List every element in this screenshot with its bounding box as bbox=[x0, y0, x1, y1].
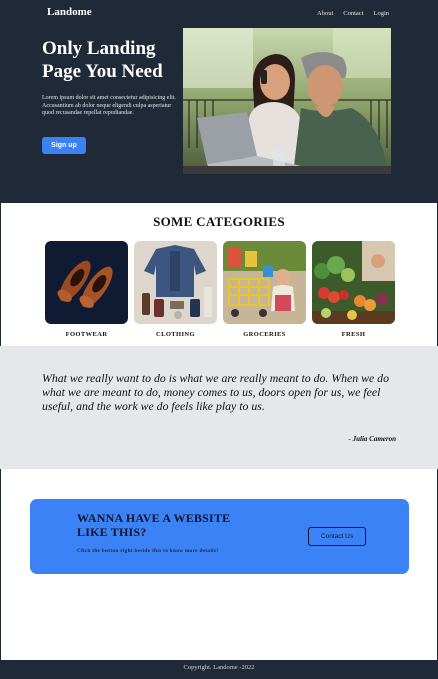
quote-section: What we really want to do is what we are… bbox=[0, 346, 438, 469]
copyright-text: Copyright. Landome -2022 bbox=[183, 664, 255, 671]
category-label: FRESH bbox=[341, 331, 366, 338]
footer: Copyright. Landome -2022 bbox=[0, 660, 438, 679]
category-groceries[interactable]: GROCERIES bbox=[223, 241, 306, 338]
category-clothing[interactable]: CLOTHING bbox=[134, 241, 217, 338]
category-fresh[interactable]: FRESH bbox=[312, 241, 395, 338]
category-footwear[interactable]: FOOTWEAR bbox=[45, 241, 128, 338]
categories-title: SOME CATEGORIES bbox=[153, 214, 285, 229]
category-label: CLOTHING bbox=[156, 331, 195, 338]
hero-section: Landome About Contact Login Only Landing… bbox=[0, 0, 438, 203]
shoes-photo bbox=[45, 241, 128, 324]
contact-us-button[interactable]: Contact Us bbox=[308, 527, 366, 546]
shopping-cart-child-photo bbox=[223, 241, 306, 324]
cta-banner: WANNA HAVE A WEBSITE LIKE THIS? Click th… bbox=[30, 499, 409, 574]
couple-laptop-photo bbox=[183, 28, 391, 174]
groceries-image bbox=[223, 241, 306, 324]
category-label: GROCERIES bbox=[243, 331, 286, 338]
quote-author: - Julia Cameron bbox=[348, 435, 396, 443]
cta-subtitle: Click the button right beside this to kn… bbox=[77, 548, 219, 554]
cta-title: WANNA HAVE A WEBSITE LIKE THIS? bbox=[77, 511, 231, 539]
hero-image bbox=[183, 28, 391, 174]
nav-about[interactable]: About bbox=[317, 10, 333, 17]
signup-button[interactable]: Sign up bbox=[42, 137, 86, 154]
nav-contact[interactable]: Contact bbox=[343, 10, 363, 17]
hero-title: Only Landing Page You Need bbox=[42, 38, 163, 82]
fresh-image bbox=[312, 241, 395, 324]
top-nav: About Contact Login bbox=[317, 10, 389, 17]
hero-description: Lorem ipsum dolor sit amet consectetur a… bbox=[42, 95, 176, 117]
footwear-image bbox=[45, 241, 128, 324]
category-label: FOOTWEAR bbox=[65, 331, 108, 338]
clothing-flatlay-photo bbox=[134, 241, 217, 324]
nav-login[interactable]: Login bbox=[373, 10, 389, 17]
quote-text: What we really want to do is what we are… bbox=[42, 371, 389, 413]
fresh-produce-photo bbox=[312, 241, 395, 324]
clothing-image bbox=[134, 241, 217, 324]
brand-logo[interactable]: Landome bbox=[47, 6, 92, 18]
